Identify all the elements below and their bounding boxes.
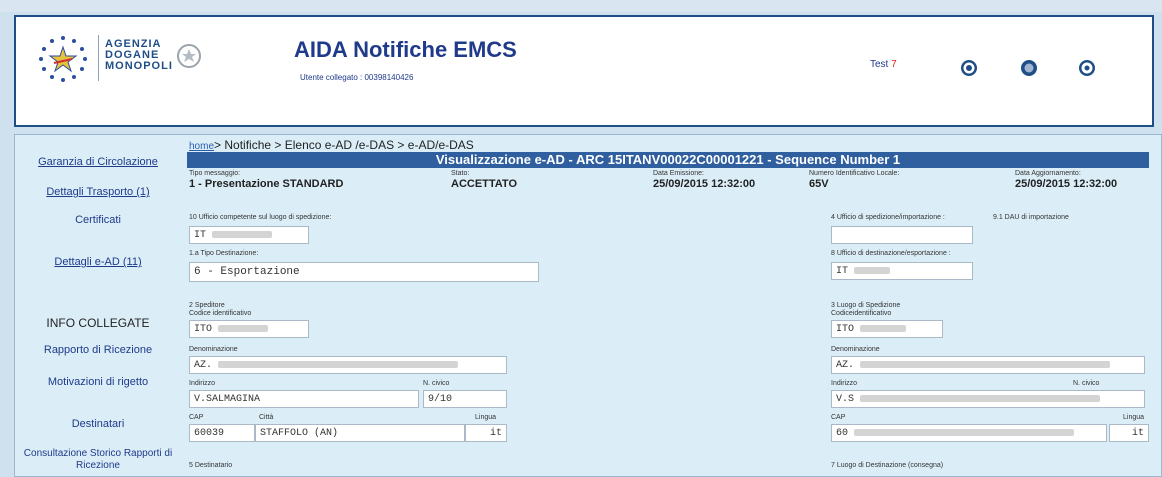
- speditore-citta-label: Città: [259, 414, 274, 421]
- sidebar-item-certificati[interactable]: Certificati: [14, 214, 182, 226]
- sidebar-item-destinatari[interactable]: Destinatari: [14, 418, 182, 430]
- star-emblem-icon: [39, 36, 87, 82]
- ufficio-destinazione-label: 8 Ufficio di destinazione/esportazione :: [831, 250, 951, 257]
- ufficio-destinazione-field[interactable]: IT: [831, 262, 973, 280]
- logo-divider: [98, 35, 99, 81]
- speditore-civico-label: N. civico: [423, 380, 450, 387]
- luogo-codice-value: ITO: [836, 324, 855, 335]
- app-title: AIDA Notifiche EMCS: [294, 37, 517, 62]
- ufficio-competente-field[interactable]: IT: [189, 226, 309, 244]
- sidebar-section-info-collegate: INFO COLLEGATE: [46, 316, 150, 330]
- redacted-text: [218, 324, 269, 332]
- speditore-indirizzo-field[interactable]: V.SALMAGINA: [189, 390, 419, 408]
- speditore-codice-value: ITO: [194, 324, 213, 335]
- luogo-destinazione-section-title: 7 Luogo di Destinazione (consegna): [831, 462, 944, 469]
- help-icon[interactable]: [1078, 59, 1096, 77]
- data-emissione-label: Data Emissione:: [653, 170, 704, 177]
- speditore-indirizzo-label: Indirizzo: [189, 380, 216, 387]
- ufficio-spedizione-label: 4 Ufficio di spedizione/importazione :: [831, 214, 945, 221]
- breadcrumb-home-link[interactable]: home: [189, 141, 214, 152]
- speditore-cap-label: CAP: [189, 414, 204, 421]
- data-aggiornamento-value: 25/09/2015 12:32:00: [1015, 178, 1118, 190]
- luogo-denominazione-value: AZ.: [836, 360, 855, 371]
- speditore-denominazione-field[interactable]: AZ.: [189, 356, 507, 374]
- speditore-lingua-label: Lingua: [475, 414, 497, 421]
- sidebar-item-storico-rapporti[interactable]: Consultazione Storico Rapporti di Ricezi…: [14, 448, 182, 472]
- tipo-destinazione-label: 1.a Tipo Destinazione:: [189, 250, 259, 257]
- agency-line-3: MONOPOLI: [105, 60, 173, 72]
- sidebar-item-motivazioni-rigetto[interactable]: Motivazioni di rigetto: [14, 376, 182, 388]
- redacted-text: [860, 360, 1111, 368]
- redacted-text: [860, 394, 1101, 402]
- redacted-text: [854, 428, 1075, 436]
- luogo-lingua-field[interactable]: it: [1109, 424, 1149, 442]
- luogo-spedizione-section-title: 3 Luogo di Spedizione: [831, 302, 901, 309]
- sidebar-item-dettagli-trasporto[interactable]: Dettagli Trasporto (1): [14, 186, 182, 198]
- redacted-text: [218, 360, 459, 368]
- numero-locale-value: 65V: [809, 178, 829, 190]
- destinatario-section-title: 5 Destinatario: [189, 462, 233, 469]
- breadcrumb: home> Notifiche > Elenco e-AD /e-DAS > e…: [189, 138, 474, 152]
- speditore-citta-field[interactable]: STAFFOLO (AN): [255, 424, 465, 442]
- logged-user: Utente collegato : 00398140426: [300, 73, 414, 82]
- speditore-denominazione-value: AZ.: [194, 360, 213, 371]
- test-label: Test: [870, 59, 889, 70]
- agency-name: AGENZIA DOGANE MONOPOLI: [105, 39, 173, 72]
- home-icon[interactable]: [960, 59, 978, 77]
- luogo-indirizzo-label: Indirizzo: [831, 380, 858, 387]
- dau-importazione-label: 9.1 DAU di importazione: [993, 214, 1069, 221]
- speditore-civico-field[interactable]: 9/10: [423, 390, 507, 408]
- settings-icon[interactable]: [1020, 59, 1038, 77]
- breadcrumb-path: > Notifiche > Elenco e-AD /e-DAS > e-AD/…: [214, 138, 474, 152]
- tipo-destinazione-field[interactable]: 6 - Esportazione: [189, 262, 539, 282]
- numero-locale-label: Numero Identificativo Locale:: [809, 170, 900, 177]
- sidebar-item-garanzia[interactable]: Garanzia di Circolazione: [14, 156, 182, 168]
- speditore-codice-label: Codice identificativo: [189, 310, 252, 317]
- redacted-text: [212, 230, 273, 238]
- republic-seal-icon: [177, 44, 201, 68]
- sidebar-item-dettagli-ead[interactable]: Dettagli e-AD (11): [14, 256, 182, 268]
- speditore-section-title: 2 Speditore: [189, 302, 225, 309]
- speditore-cap-field[interactable]: 60039: [189, 424, 255, 442]
- speditore-codice-field[interactable]: ITO: [189, 320, 309, 338]
- ufficio-destinazione-value: IT: [836, 266, 849, 277]
- redacted-text: [854, 266, 891, 274]
- top-strip: [0, 0, 1162, 12]
- ufficio-competente-label: 10 Ufficio competente sul luogo di spedi…: [189, 214, 332, 221]
- luogo-codice-label: Codiceidentificativo: [831, 310, 892, 317]
- luogo-cap-label: CAP: [831, 414, 846, 421]
- redacted-text: [860, 324, 907, 332]
- agency-logo: AGENZIA DOGANE MONOPOLI: [28, 31, 208, 86]
- speditore-denominazione-label: Denominazione: [189, 346, 238, 353]
- luogo-denominazione-label: Denominazione: [831, 346, 880, 353]
- ufficio-competente-value: IT: [194, 230, 207, 241]
- stato-label: Stato:: [451, 170, 470, 177]
- tipo-messaggio-label: Tipo messaggio:: [189, 170, 241, 177]
- tipo-messaggio-value: 1 - Presentazione STANDARD: [189, 178, 344, 190]
- luogo-denominazione-field[interactable]: AZ.: [831, 356, 1145, 374]
- page-title-bar: Visualizzazione e-AD - ARC 15ITANV00022C…: [187, 152, 1149, 168]
- test-indicator: Test 7: [870, 59, 897, 70]
- luogo-civico-label: N. civico: [1073, 380, 1100, 387]
- app-header: AGENZIA DOGANE MONOPOLI AIDA Notifiche E…: [14, 15, 1154, 127]
- speditore-lingua-field[interactable]: it: [465, 424, 507, 442]
- stato-value: ACCETTATO: [451, 178, 517, 190]
- test-value: 7: [891, 59, 897, 70]
- luogo-indirizzo-field[interactable]: V.S: [831, 390, 1145, 408]
- luogo-lingua-label: Lingua: [1123, 414, 1145, 421]
- ufficio-spedizione-field[interactable]: [831, 226, 973, 244]
- luogo-indirizzo-value: V.S: [836, 394, 855, 405]
- data-aggiornamento-label: Data Aggiornamento:: [1015, 170, 1081, 177]
- luogo-codice-field[interactable]: ITO: [831, 320, 943, 338]
- data-emissione-value: 25/09/2015 12:32:00: [653, 178, 756, 190]
- luogo-cap-field[interactable]: 60: [831, 424, 1107, 442]
- luogo-cap-value: 60: [836, 428, 849, 439]
- sidebar: Garanzia di Circolazione Dettagli Traspo…: [14, 134, 182, 477]
- main-content: home> Notifiche > Elenco e-AD /e-DAS > e…: [183, 134, 1162, 477]
- sidebar-item-rapporto-ricezione[interactable]: Rapporto di Ricezione: [14, 344, 182, 356]
